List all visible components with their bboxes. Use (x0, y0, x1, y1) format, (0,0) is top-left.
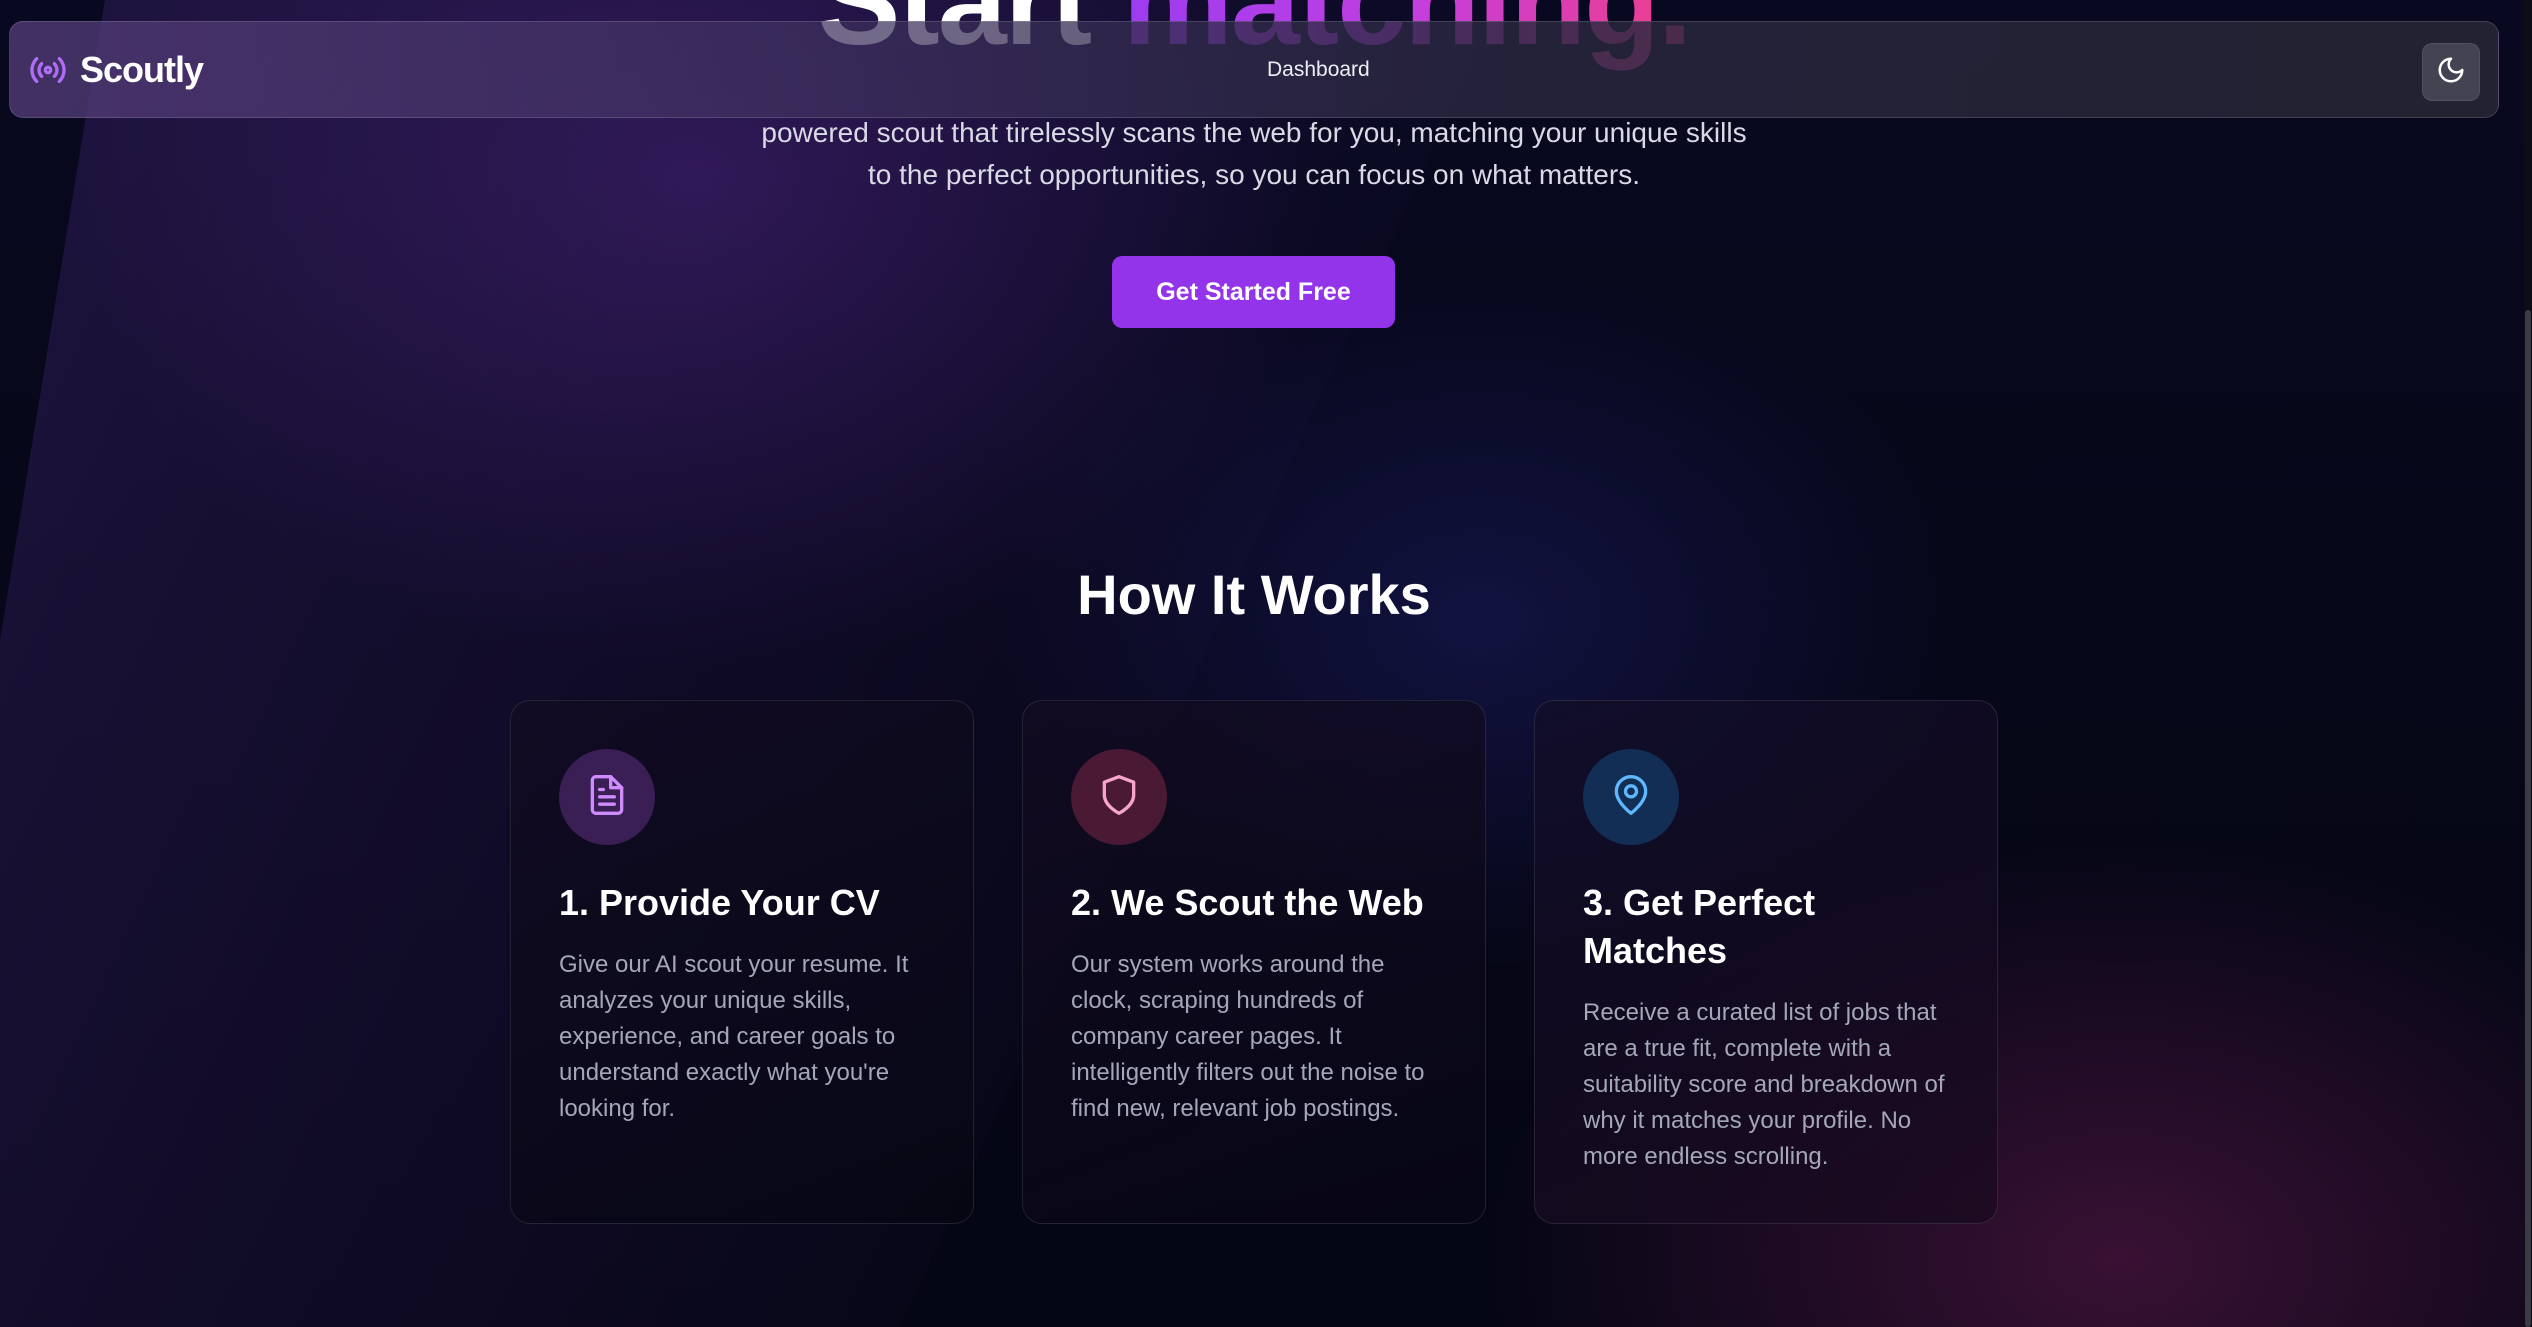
hero-description: powered scout that tirelessly scans the … (761, 117, 1747, 190)
shield-icon (1097, 773, 1141, 822)
step-card-provide-cv: 1. Provide Your CV Give our AI scout you… (510, 700, 974, 1224)
top-navbar: Scoutly Dashboard (9, 21, 2499, 118)
document-icon (585, 773, 629, 822)
moon-icon (2436, 55, 2466, 90)
step-icon-circle (1071, 749, 1167, 845)
step-title: 3. Get Perfect Matches (1583, 882, 1816, 971)
step-card-scout-web: 2. We Scout the Web Our system works aro… (1022, 700, 1486, 1224)
theme-toggle-button[interactable] (2422, 43, 2480, 101)
brand-name: Scoutly (80, 48, 204, 90)
step-description: Our system works around the clock, scrap… (1071, 951, 1425, 1122)
step-card-perfect-matches: 3. Get Perfect Matches Receive a curated… (1534, 700, 1998, 1224)
step-description: Receive a curated list of jobs that are … (1583, 999, 1945, 1170)
page-scrollbar[interactable] (2524, 0, 2532, 1327)
nav-dashboard-link[interactable]: Dashboard (1267, 22, 1370, 117)
brand-logo[interactable]: Scoutly (28, 22, 204, 117)
step-title: 2. We Scout the Web (1071, 882, 1424, 923)
get-started-button[interactable]: Get Started Free (1112, 256, 1395, 328)
map-pin-icon (1609, 773, 1653, 822)
step-description: Give our AI scout your resume. It analyz… (559, 951, 909, 1122)
how-it-works-title: How It Works (1077, 563, 1431, 626)
step-title: 1. Provide Your CV (559, 882, 880, 923)
scrollbar-thumb[interactable] (2525, 310, 2531, 1327)
step-icon-circle (1583, 749, 1679, 845)
landing-page: Start matching. powered scout that tirel… (0, 0, 2532, 1327)
radio-signal-icon (28, 50, 68, 90)
step-icon-circle (559, 749, 655, 845)
